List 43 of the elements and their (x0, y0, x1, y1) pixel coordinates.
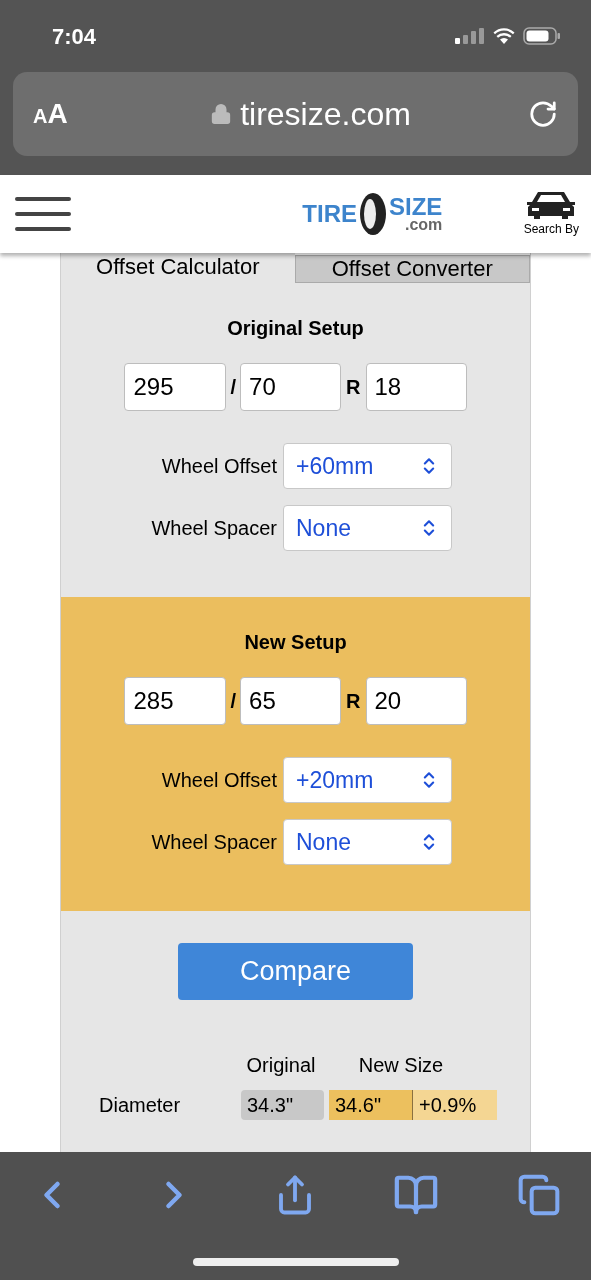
tire-icon (359, 192, 387, 236)
site-logo[interactable]: TIRE SIZE .com (302, 190, 443, 238)
section-title: New Setup (244, 630, 347, 655)
tab[interactable]: Offset Calculator (61, 251, 295, 283)
menu-icon[interactable] (15, 196, 71, 232)
separator-text: / (230, 375, 237, 400)
width-field[interactable]: 295 (124, 363, 227, 411)
width-field[interactable]: 285 (124, 677, 227, 725)
text-size-button[interactable]: AA (33, 93, 93, 135)
tabs-icon[interactable] (517, 1173, 561, 1217)
table-cell: +0.9% (413, 1090, 497, 1120)
dropdown-select[interactable]: None (283, 505, 452, 551)
field-label: Wheel Offset (160, 454, 277, 479)
signal-icon (455, 28, 485, 44)
url-text: tiresize.com (240, 95, 411, 134)
rim-field[interactable]: 18 (365, 363, 467, 411)
separator-text: / (230, 689, 237, 714)
address-bar[interactable]: AA tiresize.com (13, 72, 578, 156)
tab[interactable]: Offset Converter (294, 255, 530, 283)
rim-prefix-text: R (346, 689, 361, 714)
ratio-field[interactable]: 70 (240, 363, 342, 411)
compare-button[interactable]: Compare (178, 943, 413, 1000)
field-label: Wheel Spacer (150, 516, 277, 541)
rim-prefix-text: R (346, 375, 361, 400)
field-label: Wheel Spacer (150, 830, 277, 855)
table-cell: 34.6" (329, 1090, 413, 1120)
reload-icon[interactable] (528, 99, 558, 129)
row-label: Diameter (99, 1093, 182, 1118)
column-header: Original (245, 1053, 317, 1078)
ratio-field[interactable]: 65 (240, 677, 342, 725)
status-time: 7:04 (52, 22, 97, 51)
dropdown-select[interactable]: +60mm (283, 443, 452, 489)
dropdown-select[interactable]: None (283, 819, 452, 865)
lock-icon (210, 103, 233, 125)
field-label: Wheel Offset (160, 768, 277, 793)
column-header: New Size (357, 1053, 445, 1078)
section-title: Original Setup (227, 316, 364, 341)
search-by-button[interactable]: Search By (523, 190, 579, 238)
table-cell: 34.3" (241, 1090, 324, 1120)
dropdown-select[interactable]: +20mm (283, 757, 452, 803)
rim-field[interactable]: 20 (365, 677, 467, 725)
battery-icon (523, 27, 561, 45)
wifi-icon (493, 28, 515, 44)
